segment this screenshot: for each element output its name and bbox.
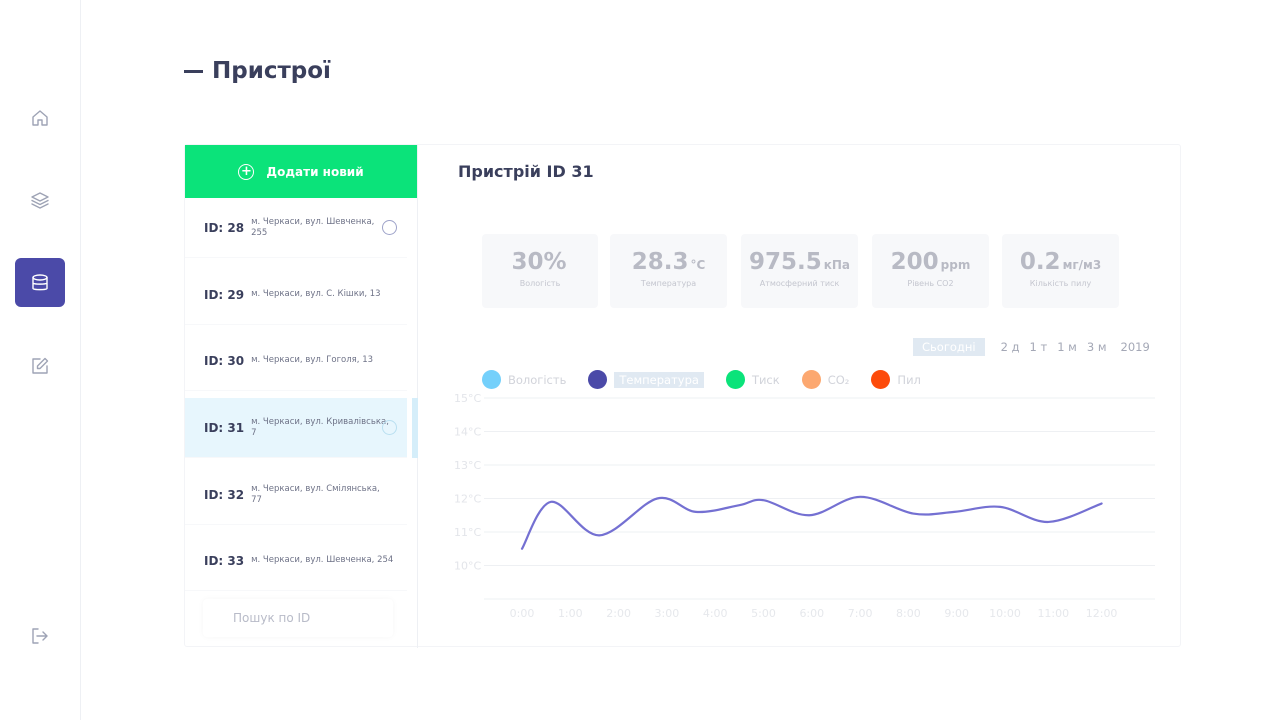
database-icon (32, 273, 48, 290)
device-title: Пристрій ID 31 (458, 162, 594, 181)
range-3m[interactable]: 3 м (1087, 340, 1107, 354)
device-row[interactable]: ID: 33 м. Черкаси, вул. Шевченка, 254 (185, 531, 407, 591)
layers-icon (31, 191, 49, 209)
range-tabs: Сьогодні 2 д 1 т 1 м 3 м 2019 (913, 338, 1150, 356)
range-2019[interactable]: 2019 (1121, 340, 1150, 354)
stat-card-temperature: 28.3 °C Температура (610, 234, 727, 308)
x-tick-label: 8:00 (896, 607, 921, 620)
nav-edit[interactable] (15, 341, 65, 390)
stat-label: Атмосферний тиск (759, 279, 840, 288)
logout-icon (32, 627, 48, 644)
stat-value: 28.3 °C (631, 249, 706, 275)
smile-icon[interactable] (382, 220, 397, 235)
temperature-series-line (520, 495, 1103, 550)
x-tick-label: 1:00 (558, 607, 583, 620)
device-id: ID: 29 (204, 287, 245, 302)
device-detail: Пристрій ID 31 30% Вологість 28.3 °C Темп… (418, 145, 1182, 648)
add-device-button[interactable]: + Додати новий (185, 145, 417, 198)
nav-database[interactable] (15, 258, 65, 307)
device-address: м. Черкаси, вул. Гоголя, 13 (251, 355, 374, 365)
stat-value: 200 ppm (890, 249, 971, 275)
device-row-selected[interactable]: ID: 31 м. Черкаси, вул. Кривалівська, 7 (185, 398, 407, 458)
add-device-label: Додати новий (266, 164, 364, 179)
device-address: м. Черкаси, вул. Смілянська, 77 (251, 483, 380, 505)
page-title: Пристрої (184, 58, 331, 84)
stat-value: 0.2 мг/м3 (1019, 249, 1102, 275)
stat-label: Вологість (519, 279, 561, 288)
stat-card-co2: 200 ppm Рівень CO2 (872, 234, 989, 308)
stat-card-pressure: 975.5 кПа Атмосферний тиск (741, 234, 858, 308)
devices-panel: + Додати новий ID: 28 м. Черкаси, вул. Ш… (184, 144, 1182, 648)
stat-card-humidity: 30% Вологість (482, 234, 598, 308)
stat-label: Рівень CO2 (907, 279, 954, 288)
device-address: м. Черкаси, вул. Шевченка, 254 (251, 555, 394, 565)
y-tick-label: 14°C (454, 426, 481, 439)
y-tick-label: 13°C (454, 459, 481, 472)
x-tick-label: 5:00 (751, 607, 776, 620)
device-address: м. Черкаси, вул. Шевченка, 255 (251, 216, 375, 238)
device-id: ID: 32 (204, 487, 245, 502)
x-tick-label: 7:00 (848, 607, 873, 620)
page-title-text: Пристрої (212, 58, 331, 84)
device-row[interactable]: ID: 32 м. Черкаси, вул. Смілянська, 77 (185, 465, 407, 525)
y-tick-label: 12°C (454, 493, 481, 506)
device-id: ID: 33 (204, 553, 245, 568)
x-tick-label: 11:00 (1037, 607, 1069, 620)
nav-home[interactable] (15, 93, 65, 142)
x-tick-label: 4:00 (703, 607, 728, 620)
device-address: м. Черкаси, вул. С. Кішки, 13 (251, 289, 381, 299)
range-today[interactable]: Сьогодні (913, 338, 985, 356)
range-1w[interactable]: 1 т (1030, 340, 1048, 354)
stat-card-dust: 0.2 мг/м3 Кількість пилу (1002, 234, 1119, 308)
x-tick-label: 3:00 (655, 607, 680, 620)
device-row[interactable]: ID: 29 м. Черкаси, вул. С. Кішки, 13 (185, 265, 407, 325)
x-tick-label: 6:00 (799, 607, 824, 620)
y-tick-label: 11°C (454, 526, 481, 539)
title-dash (184, 69, 203, 73)
device-row[interactable]: ID: 30 м. Черкаси, вул. Гоголя, 13 (185, 331, 407, 391)
x-tick-label: 0:00 (510, 607, 535, 620)
nav-logout[interactable] (15, 611, 65, 660)
nav-layers[interactable] (15, 175, 65, 224)
x-tick-label: 12:00 (1086, 607, 1118, 620)
range-2d[interactable]: 2 д (1001, 340, 1020, 354)
device-address: м. Черкаси, вул. Кривалівська, 7 (251, 416, 389, 438)
search-input[interactable]: Пошук по ID (203, 599, 393, 637)
stat-value: 975.5 кПа (748, 249, 851, 275)
temperature-chart: 15°C 14°C 13°C 12°C 11°C 10°C 0:00 1:00 2:00 3:00… (454, 392, 1155, 620)
y-tick-label: 10°C (454, 560, 481, 573)
home-icon (32, 109, 48, 126)
stat-label: Кількість пилу (1029, 279, 1092, 288)
device-list: + Додати новий ID: 28 м. Черкаси, вул. Ш… (185, 145, 418, 648)
stat-value: 30% (511, 249, 567, 275)
sidebar (0, 0, 81, 720)
x-tick-label: 10:00 (989, 607, 1021, 620)
y-tick-label: 15°C (454, 392, 481, 405)
device-id: ID: 30 (204, 353, 245, 368)
plus-circle-icon: + (238, 163, 255, 180)
edit-icon (32, 357, 49, 374)
device-id: ID: 28 (204, 220, 245, 235)
device-row[interactable]: ID: 28 м. Черкаси, вул. Шевченка, 255 (185, 198, 407, 258)
x-tick-label: 9:00 (944, 607, 969, 620)
device-id: ID: 31 (204, 420, 245, 435)
x-tick-label: 2:00 (606, 607, 631, 620)
settings-icon[interactable] (382, 420, 397, 435)
stat-label: Температура (640, 279, 697, 288)
range-1m[interactable]: 1 м (1057, 340, 1077, 354)
